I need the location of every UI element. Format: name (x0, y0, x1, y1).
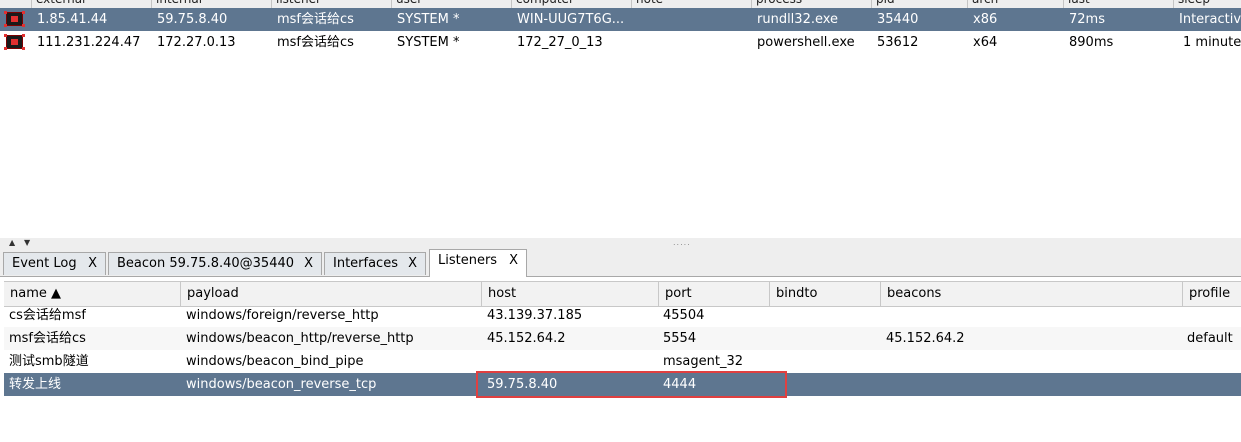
column-header-name[interactable]: name ▲ (4, 282, 181, 306)
tab-label: Beacon 59.75.8.40@35440 (117, 256, 295, 271)
beacon-row[interactable]: 111.231.224.47 172.27.0.13 msf会话给cs SYST… (0, 31, 1241, 54)
beacon-session-icon (4, 11, 23, 26)
tab-event-log[interactable]: Event Log X (3, 252, 106, 275)
listener-profile: default (1187, 331, 1233, 346)
listener-payload: windows/beacon_http/reverse_http (186, 331, 414, 346)
column-header-process[interactable]: process (752, 0, 872, 8)
column-header-sleep[interactable]: sleep (1174, 0, 1241, 8)
tab-label: Interfaces (333, 256, 398, 271)
column-header-computer[interactable]: computer (512, 0, 632, 8)
listener-payload: windows/beacon_bind_pipe (186, 354, 364, 369)
column-header-profile[interactable]: profile (1183, 282, 1241, 306)
tab-label: Listeners (438, 253, 498, 268)
listener-row[interactable]: 测试smb隧道 windows/beacon_bind_pipe msagent… (4, 350, 1241, 373)
beacon-pid: 53612 (877, 35, 919, 50)
listener-port: 5554 (663, 331, 697, 346)
beacon-external: 1.85.41.44 (37, 12, 108, 27)
listener-payload: windows/beacon_reverse_tcp (186, 377, 377, 392)
beacon-external: 111.231.224.47 (37, 35, 141, 50)
column-header-bindto[interactable]: bindto (770, 282, 881, 306)
listener-name: 转发上线 (9, 377, 62, 392)
listener-host: 43.139.37.185 (487, 308, 583, 323)
beacon-pid: 35440 (877, 12, 919, 27)
beacon-arch: x86 (973, 12, 998, 27)
splitter-grip-icon[interactable]: ..... (673, 239, 691, 247)
tab-close-icon[interactable]: X (304, 253, 313, 275)
beacon-last: 890ms (1069, 35, 1114, 50)
listener-host: 45.152.64.2 (487, 331, 566, 346)
beacon-listener: msf会话给cs (277, 35, 354, 50)
listener-name: msf会话给cs (9, 331, 86, 346)
tab-beacon[interactable]: Beacon 59.75.8.40@35440 X (108, 252, 322, 275)
listener-row[interactable]: msf会话给cs windows/beacon_http/reverse_htt… (4, 327, 1241, 350)
tab-close-icon[interactable]: X (509, 250, 518, 272)
listener-port: msagent_32 (663, 354, 744, 369)
column-header-pid[interactable]: pid (872, 0, 968, 8)
beacon-sleep: 1 minute (1183, 35, 1241, 50)
column-header-port[interactable]: port (659, 282, 770, 306)
listener-row[interactable]: cs会话给msf windows/foreign/reverse_http 43… (4, 304, 1241, 327)
tab-close-icon[interactable]: X (88, 253, 97, 275)
listener-port: 45504 (663, 308, 705, 323)
pane-splitter[interactable]: ▲ ▼ ..... (0, 238, 1241, 249)
column-header-note[interactable]: note (632, 0, 752, 8)
beacon-listener: msf会话给cs (277, 12, 354, 27)
beacon-computer: WIN-UUG7T6G... (517, 12, 625, 27)
beacon-user: SYSTEM * (397, 35, 460, 50)
column-header-last[interactable]: last (1064, 0, 1174, 8)
highlight-annotation-box (476, 371, 787, 398)
tab-listeners[interactable]: Listeners X (429, 249, 527, 277)
listener-name: cs会话给msf (9, 308, 86, 323)
tab-interfaces[interactable]: Interfaces X (324, 252, 426, 275)
column-header-payload[interactable]: payload (181, 282, 482, 306)
column-header-host[interactable]: host (482, 282, 659, 306)
column-header-icon[interactable] (0, 0, 32, 8)
column-header-arch[interactable]: arch (968, 0, 1064, 8)
column-header-user[interactable]: user (392, 0, 512, 8)
beacon-internal: 59.75.8.40 (157, 12, 228, 27)
listener-name: 测试smb隧道 (9, 354, 89, 369)
beacon-sessions-table: external internal listener user computer… (0, 0, 1241, 239)
splitter-up-arrow-icon[interactable]: ▲ (9, 238, 15, 248)
beacon-user: SYSTEM * (397, 12, 460, 27)
listener-beacons: 45.152.64.2 (886, 331, 965, 346)
beacon-arch: x64 (973, 35, 998, 50)
column-header-internal[interactable]: internal (152, 0, 272, 8)
beacon-row[interactable]: 1.85.41.44 59.75.8.40 msf会话给cs SYSTEM * … (0, 8, 1241, 31)
beacon-computer: 172_27_0_13 (517, 35, 603, 50)
splitter-down-arrow-icon[interactable]: ▼ (24, 238, 30, 248)
beacon-sleep: Interactive (1179, 12, 1241, 27)
column-header-external[interactable]: external (32, 0, 152, 8)
beacon-internal: 172.27.0.13 (157, 35, 236, 50)
beacon-session-icon (4, 34, 23, 49)
beacon-process: rundll32.exe (757, 12, 839, 27)
tab-label: Event Log (12, 256, 77, 271)
column-header-beacons[interactable]: beacons (881, 282, 1183, 306)
tab-close-icon[interactable]: X (408, 253, 417, 275)
tab-bar: Event Log X Beacon 59.75.8.40@35440 X In… (0, 249, 1241, 277)
listener-payload: windows/foreign/reverse_http (186, 308, 379, 323)
beacon-process: powershell.exe (757, 35, 855, 50)
beacon-last: 72ms (1069, 12, 1105, 27)
column-header-listener[interactable]: listener (272, 0, 392, 8)
